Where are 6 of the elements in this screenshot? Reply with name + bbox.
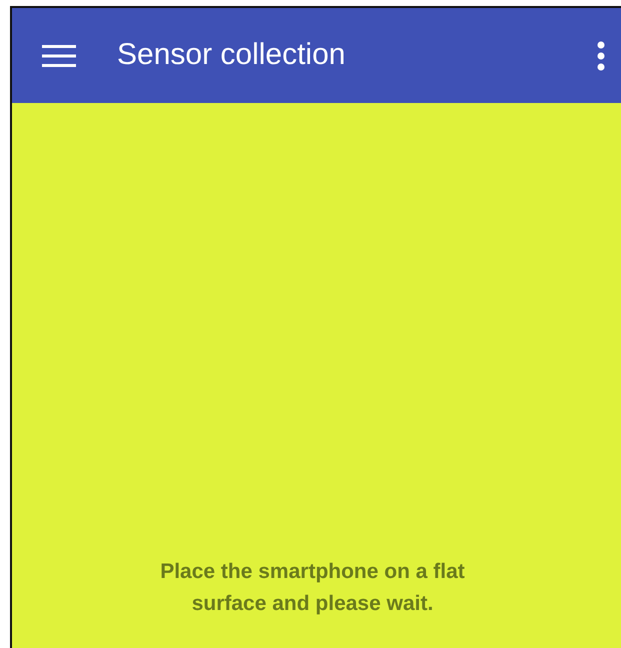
app-title: Sensor collection (117, 38, 346, 72)
menu-button[interactable] (42, 44, 76, 68)
more-options-button[interactable] (597, 40, 605, 70)
instruction-text: Place the smartphone on a flat surface and please wait. (159, 559, 466, 617)
more-options-icon (597, 40, 605, 70)
menu-icon (42, 44, 76, 68)
